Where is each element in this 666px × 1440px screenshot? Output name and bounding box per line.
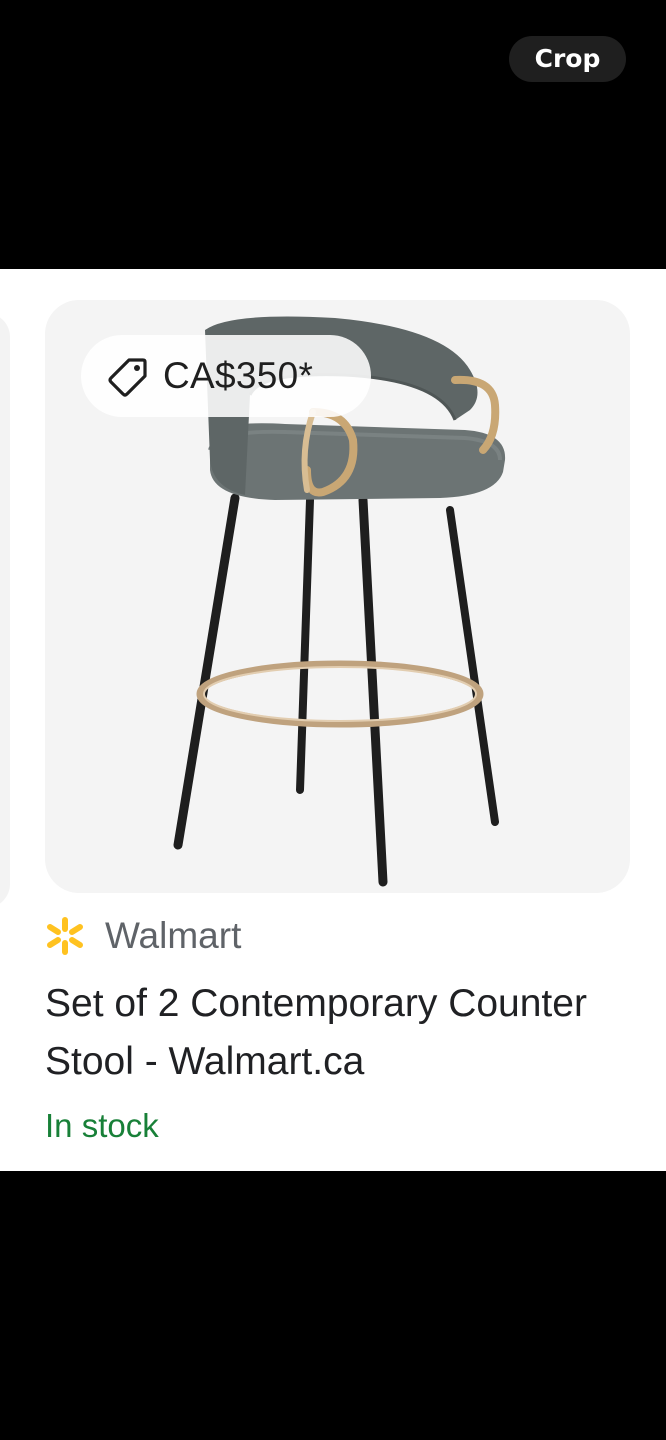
previous-card-edge[interactable] [0,313,10,908]
stock-status: In stock [45,1107,159,1144]
lens-result-screen: Crop CA$350* Walmart Set of 2 Contempora… [0,0,666,1440]
price-label: CA$350* [163,355,314,396]
merchant-name: Walmart [105,915,242,956]
walmart-spark-icon [45,916,85,956]
product-card-carousel[interactable]: CA$350* Walmart Set of 2 Contemporary Co… [0,269,666,1171]
crop-button[interactable]: Crop [509,36,626,82]
price-tag-icon [107,355,149,397]
price-badge[interactable]: CA$350* [81,335,371,417]
product-title[interactable]: Set of 2 Contemporary Counter Stool - Wa… [45,975,645,1091]
merchant-row[interactable]: Walmart [45,913,241,959]
